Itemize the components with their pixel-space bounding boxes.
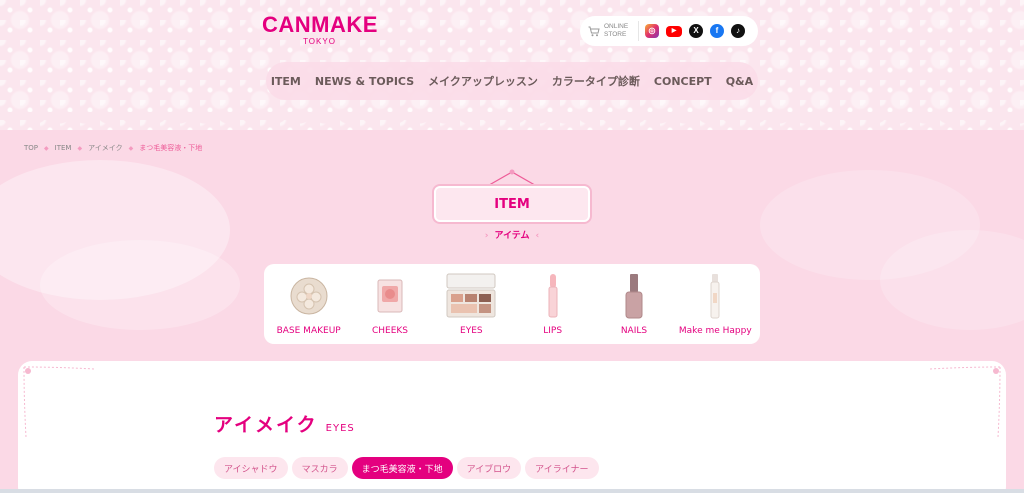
breadcrumb-top[interactable]: TOP <box>24 144 38 152</box>
instagram-icon[interactable]: ◎ <box>645 24 659 38</box>
fragrance-bottle-icon <box>685 271 745 321</box>
canmake-logo[interactable]: CANMAKE TOKYO <box>262 12 378 47</box>
nav-item-concept[interactable]: CONCEPT <box>654 75 712 88</box>
logo-text: CANMAKE <box>262 12 378 37</box>
tab-lash-serum-base[interactable]: まつ毛美容液・下地 <box>351 457 453 479</box>
lace-corner-left-icon <box>23 366 95 438</box>
facebook-icon[interactable]: f <box>710 24 724 38</box>
category-label: Make me Happy <box>678 326 752 336</box>
logo-subtext: TOKYO <box>303 37 336 46</box>
page-title: ITEM <box>434 186 590 222</box>
tab-eyeliner[interactable]: アイライナー <box>525 457 599 479</box>
breadcrumb-separator: ◆ <box>77 144 83 152</box>
category-panel: BASE MAKEUP CHEEKS EYES LIPS NAILS Make … <box>264 264 760 344</box>
online-store-text: ONLINE STORE <box>604 23 630 39</box>
sns-links: ◎ ▶ X f ♪ <box>645 24 745 38</box>
chevron-left-deco-icon: ‹ <box>535 231 540 241</box>
tiktok-icon[interactable]: ♪ <box>731 24 745 38</box>
nav-item-color-type[interactable]: カラータイプ診断 <box>552 73 640 89</box>
lips-lipstick-icon <box>523 271 583 321</box>
page-subtitle: › アイテム ‹ <box>434 228 590 241</box>
nav-item-makeup-lesson[interactable]: メイクアップレッスン <box>428 73 538 89</box>
nav-item-item[interactable]: ITEM <box>271 75 301 88</box>
tab-eyeshadow[interactable]: アイシャドウ <box>214 457 288 479</box>
lace-scallop-edge <box>0 112 1024 134</box>
breadcrumb-current: まつ毛美容液・下地 <box>139 144 203 152</box>
category-label: BASE MAKEUP <box>276 326 341 336</box>
breadcrumb-item[interactable]: ITEM <box>55 144 72 152</box>
section-title-jp: アイメイク <box>214 414 318 436</box>
category-label: LIPS <box>543 326 563 336</box>
nav-item-news-topics[interactable]: NEWS & TOPICS <box>315 75 414 88</box>
nails-polish-icon <box>604 271 664 321</box>
subcategory-tabs: アイシャドウ マスカラ まつ毛美容液・下地 アイブロウ アイライナー <box>214 457 599 479</box>
category-label: EYES <box>460 326 483 336</box>
breadcrumb-separator: ◆ <box>128 144 134 152</box>
category-cheeks[interactable]: CHEEKS <box>350 271 430 336</box>
category-nails[interactable]: NAILS <box>594 271 674 336</box>
lace-corner-right-icon <box>929 366 1001 438</box>
chevron-right-deco-icon: › <box>484 231 489 241</box>
base-makeup-compact-icon <box>279 271 339 321</box>
youtube-icon[interactable]: ▶ <box>666 25 682 37</box>
nav-item-qa[interactable]: Q&A <box>726 75 753 88</box>
section-heading: アイメイク EYES <box>214 410 355 437</box>
cart-icon <box>588 26 600 36</box>
eyes-palette-icon <box>441 271 501 321</box>
category-label: NAILS <box>620 326 648 336</box>
global-nav: ITEM NEWS & TOPICS メイクアップレッスン カラータイプ診断 C… <box>266 62 758 100</box>
tab-mascara[interactable]: マスカラ <box>291 457 348 479</box>
breadcrumb: TOP ◆ ITEM ◆ アイメイク ◆ まつ毛美容液・下地 <box>24 142 202 154</box>
category-make-me-happy[interactable]: Make me Happy <box>675 271 755 336</box>
tab-eyebrow[interactable]: アイブロウ <box>456 457 522 479</box>
breadcrumb-separator: ◆ <box>44 144 49 152</box>
category-label: CHEEKS <box>371 326 408 336</box>
online-store-line2: STORE <box>604 31 627 38</box>
breadcrumb-eye-makeup[interactable]: アイメイク <box>88 143 123 153</box>
top-links: ONLINE STORE ◎ ▶ X f ♪ <box>580 16 758 46</box>
section-title-en: EYES <box>325 423 355 434</box>
category-eyes[interactable]: EYES <box>431 271 511 336</box>
online-store-link[interactable]: ONLINE STORE <box>588 21 639 41</box>
bg-cloud <box>40 240 240 330</box>
window-bottom-edge <box>0 489 1024 493</box>
cheeks-blush-icon <box>360 271 420 321</box>
category-base-makeup[interactable]: BASE MAKEUP <box>269 271 349 336</box>
x-icon[interactable]: X <box>689 24 703 38</box>
page-title-plate: ITEM › アイテム ‹ <box>434 168 590 248</box>
online-store-line1: ONLINE <box>604 23 629 30</box>
page-subtitle-text: アイテム <box>494 231 530 241</box>
category-lips[interactable]: LIPS <box>513 271 593 336</box>
